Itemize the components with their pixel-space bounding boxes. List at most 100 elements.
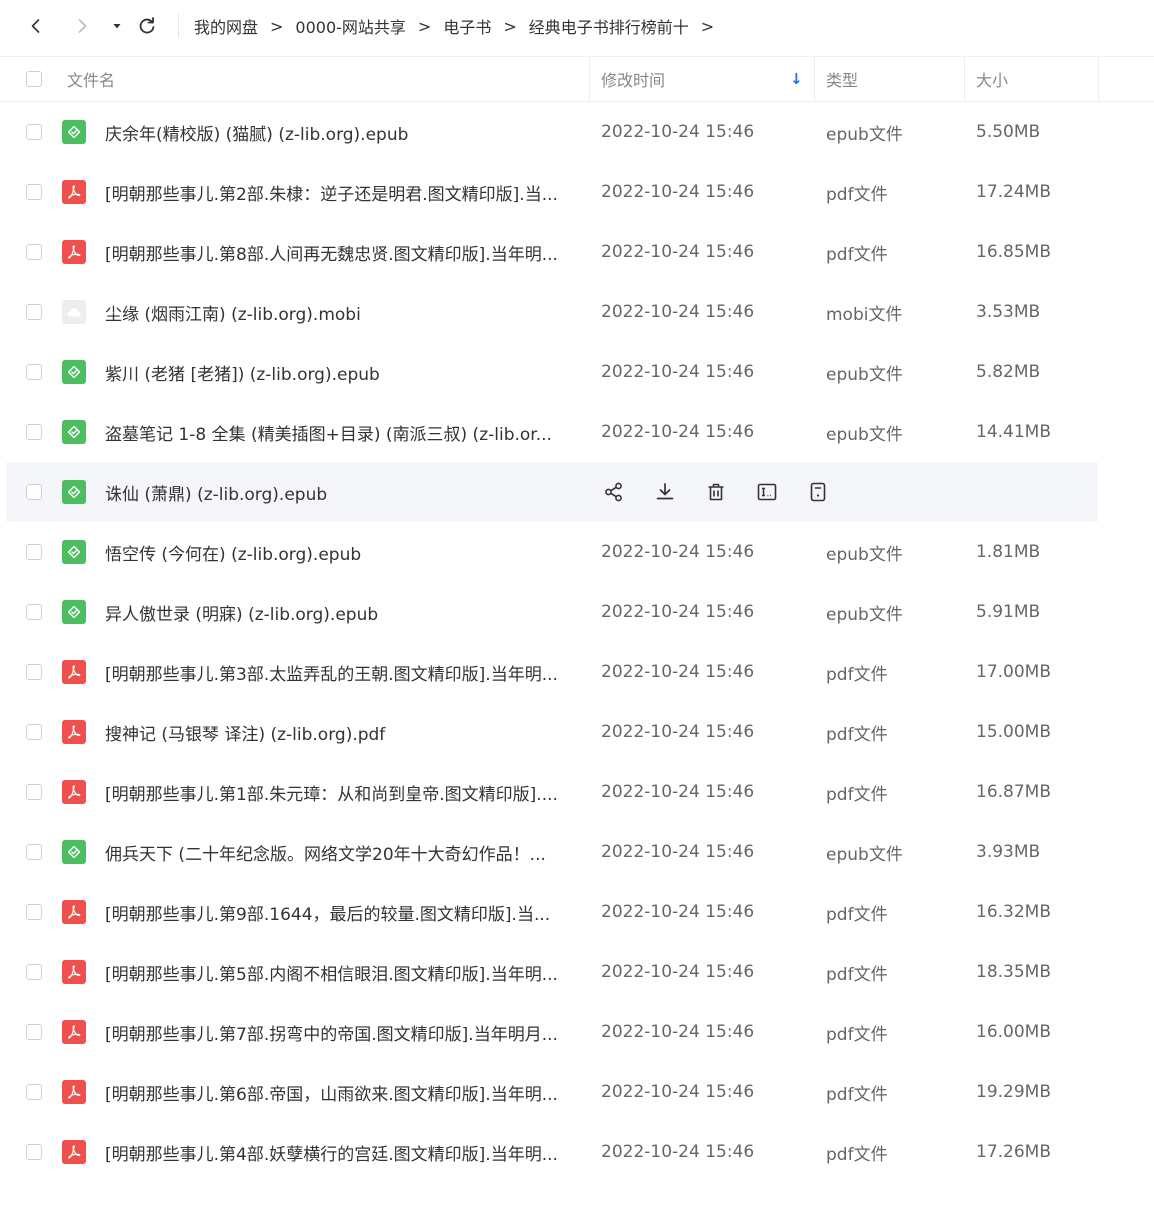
file-name[interactable]: 紫川 (老猪 [老猪]) (z-lib.org).epub <box>105 342 585 402</box>
column-divider[interactable] <box>964 57 965 101</box>
breadcrumb-item-current[interactable]: 经典电子书排行榜前十 <box>529 14 689 38</box>
row-checkbox[interactable] <box>26 844 42 860</box>
more-info-icon <box>810 482 826 502</box>
file-type: mobi文件 <box>826 304 903 325</box>
row-checkbox[interactable] <box>26 424 42 440</box>
more-info-button[interactable] <box>804 478 832 506</box>
breadcrumb-separator: > <box>700 16 715 36</box>
file-row[interactable]: 尘缘 (烟雨江南) (z-lib.org).mobi 2022-10-24 15:… <box>6 282 1098 342</box>
epub-file-icon <box>62 600 86 624</box>
file-row[interactable]: [明朝那些事儿.第5部.内阁不相信眼泪.图文精印版].当年明... 2022-10… <box>6 942 1098 1002</box>
file-name[interactable]: [明朝那些事儿.第5部.内阁不相信眼泪.图文精印版].当年明... <box>105 942 585 1002</box>
file-type: pdf文件 <box>826 724 888 745</box>
file-row[interactable]: 搜神记 (马银琴 译注) (z-lib.org).pdf 2022-10-24 1… <box>6 702 1098 762</box>
file-size: 16.85MB <box>976 242 1051 262</box>
file-modified-time: 2022-10-24 15:46 <box>601 1022 755 1042</box>
file-name[interactable]: 诛仙 (萧鼎) (z-lib.org).epub <box>105 462 585 522</box>
file-name[interactable]: 庆余年(精校版) (猫腻) (z-lib.org).epub <box>105 102 585 162</box>
column-header-size[interactable]: 大小 <box>976 57 1008 101</box>
download-button[interactable] <box>651 478 679 506</box>
row-checkbox[interactable] <box>26 364 42 380</box>
file-type: pdf文件 <box>826 1024 888 1045</box>
file-name[interactable]: 搜神记 (马银琴 译注) (z-lib.org).pdf <box>105 702 585 762</box>
file-modified-time: 2022-10-24 15:46 <box>601 182 755 202</box>
delete-button[interactable] <box>702 478 730 506</box>
file-name[interactable]: [明朝那些事儿.第2部.朱棣：逆子还是明君.图文精印版].当... <box>105 162 585 222</box>
file-row[interactable]: [明朝那些事儿.第8部.人间再无魏忠贤.图文精印版].当年明... 2022-10… <box>6 222 1098 282</box>
file-row[interactable]: 盗墓笔记 1-8 全集 (精美插图+目录) (南派三叔) (z-lib.or..… <box>6 402 1098 462</box>
file-row[interactable]: 异人傲世录 (明寐) (z-lib.org).epub 2022-10-24 15… <box>6 582 1098 642</box>
file-row[interactable]: [明朝那些事儿.第7部.拐弯中的帝国.图文精印版].当年明月... 2022-10… <box>6 1002 1098 1062</box>
file-row[interactable]: 悟空传 (今何在) (z-lib.org).epub 2022-10-24 15:… <box>6 522 1098 582</box>
file-row[interactable]: 诛仙 (萧鼎) (z-lib.org).epub <box>6 462 1098 522</box>
share-button[interactable] <box>600 478 628 506</box>
breadcrumb-item-share[interactable]: 0000-网站共享 <box>295 14 406 38</box>
file-row[interactable]: [明朝那些事儿.第4部.妖孽横行的宫廷.图文精印版].当年明... 2022-10… <box>6 1122 1098 1182</box>
column-divider[interactable] <box>589 57 590 101</box>
row-checkbox[interactable] <box>26 484 42 500</box>
file-row[interactable]: [明朝那些事儿.第6部.帝国，山雨欲来.图文精印版].当年明... 2022-10… <box>6 1062 1098 1122</box>
column-header-type[interactable]: 类型 <box>826 57 858 101</box>
column-divider[interactable] <box>1098 57 1099 101</box>
file-size: 5.91MB <box>976 602 1041 622</box>
file-row[interactable]: [明朝那些事儿.第9部.1644，最后的较量.图文精印版].当... 2022-1… <box>6 882 1098 942</box>
file-name[interactable]: 盗墓笔记 1-8 全集 (精美插图+目录) (南派三叔) (z-lib.or..… <box>105 402 585 462</box>
row-checkbox[interactable] <box>26 1084 42 1100</box>
select-all-checkbox[interactable] <box>26 71 42 87</box>
file-type: epub文件 <box>826 604 903 625</box>
pdf-file-icon <box>62 660 86 684</box>
row-checkbox[interactable] <box>26 184 42 200</box>
file-row[interactable]: 紫川 (老猪 [老猪]) (z-lib.org).epub 2022-10-24 … <box>6 342 1098 402</box>
breadcrumb-item-ebooks[interactable]: 电子书 <box>443 14 491 38</box>
row-checkbox[interactable] <box>26 964 42 980</box>
history-dropdown-button[interactable] <box>103 12 131 40</box>
file-row[interactable]: 庆余年(精校版) (猫腻) (z-lib.org).epub 2022-10-24… <box>6 102 1098 162</box>
file-modified-time: 2022-10-24 15:46 <box>601 122 755 142</box>
file-name[interactable]: [明朝那些事儿.第3部.太监弄乱的王朝.图文精印版].当年明... <box>105 642 585 702</box>
file-name[interactable]: [明朝那些事儿.第8部.人间再无魏忠贤.图文精印版].当年明... <box>105 222 585 282</box>
breadcrumb-separator: > <box>270 16 284 36</box>
epub-glyph-icon <box>67 425 81 439</box>
file-row[interactable]: [明朝那些事儿.第2部.朱棣：逆子还是明君.图文精印版].当... 2022-10… <box>6 162 1098 222</box>
column-divider[interactable] <box>814 57 815 101</box>
file-type: pdf文件 <box>826 664 888 685</box>
file-name[interactable]: 异人傲世录 (明寐) (z-lib.org).epub <box>105 582 585 642</box>
row-checkbox[interactable] <box>26 124 42 140</box>
row-checkbox[interactable] <box>26 604 42 620</box>
breadcrumb-item-root[interactable]: 我的网盘 <box>194 14 258 38</box>
forward-button[interactable] <box>68 12 96 40</box>
row-checkbox[interactable] <box>26 724 42 740</box>
refresh-button[interactable] <box>133 12 161 40</box>
row-checkbox[interactable] <box>26 1024 42 1040</box>
file-row[interactable]: [明朝那些事儿.第1部.朱元璋：从和尚到皇帝.图文精印版].... 2022-10… <box>6 762 1098 822</box>
column-header-modified[interactable]: 修改时间 <box>601 57 665 101</box>
file-name[interactable]: 尘缘 (烟雨江南) (z-lib.org).mobi <box>105 282 585 342</box>
file-size: 15.00MB <box>976 722 1051 742</box>
file-modified-time: 2022-10-24 15:46 <box>601 542 755 562</box>
file-name[interactable]: [明朝那些事儿.第7部.拐弯中的帝国.图文精印版].当年明月... <box>105 1002 585 1062</box>
file-row[interactable]: [明朝那些事儿.第3部.太监弄乱的王朝.图文精印版].当年明... 2022-10… <box>6 642 1098 702</box>
file-size: 18.35MB <box>976 962 1051 982</box>
column-header-name[interactable]: 文件名 <box>67 57 115 101</box>
file-size: 16.00MB <box>976 1022 1051 1042</box>
row-checkbox[interactable] <box>26 244 42 260</box>
epub-glyph-icon <box>67 125 81 139</box>
row-checkbox[interactable] <box>26 1144 42 1160</box>
sort-descending-icon[interactable]: ↓ <box>790 57 803 101</box>
file-name[interactable]: [明朝那些事儿.第6部.帝国，山雨欲来.图文精印版].当年明... <box>105 1062 585 1122</box>
row-checkbox[interactable] <box>26 544 42 560</box>
file-name[interactable]: [明朝那些事儿.第4部.妖孽横行的宫廷.图文精印版].当年明... <box>105 1122 585 1182</box>
row-checkbox[interactable] <box>26 784 42 800</box>
file-row[interactable]: 佣兵天下 (二十年纪念版。网络文学20年十大奇幻作品！... 2022-10-24… <box>6 822 1098 882</box>
back-button[interactable] <box>22 12 50 40</box>
pdf-file-icon <box>62 780 86 804</box>
file-name[interactable]: [明朝那些事儿.第9部.1644，最后的较量.图文精印版].当... <box>105 882 585 942</box>
row-checkbox[interactable] <box>26 304 42 320</box>
row-checkbox[interactable] <box>26 904 42 920</box>
row-checkbox[interactable] <box>26 664 42 680</box>
file-name[interactable]: [明朝那些事儿.第1部.朱元璋：从和尚到皇帝.图文精印版].... <box>105 762 585 822</box>
file-name[interactable]: 佣兵天下 (二十年纪念版。网络文学20年十大奇幻作品！... <box>105 822 585 882</box>
epub-file-icon <box>62 840 86 864</box>
file-name[interactable]: 悟空传 (今何在) (z-lib.org).epub <box>105 522 585 582</box>
rename-button[interactable] <box>753 478 781 506</box>
